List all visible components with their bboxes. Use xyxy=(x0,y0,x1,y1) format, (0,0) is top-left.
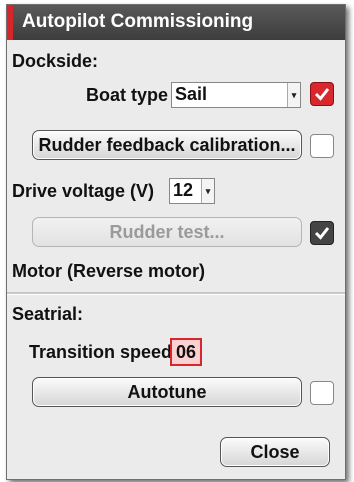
boat-type-checkbox[interactable] xyxy=(310,82,334,106)
drive-voltage-label: Drive voltage (V) xyxy=(12,181,155,201)
transition-speed-field[interactable]: 06 xyxy=(170,338,202,366)
chevron-down-icon: ▾ xyxy=(201,179,214,203)
rudder-feedback-calibration-button[interactable]: Rudder feedback calibration... xyxy=(32,130,302,160)
transition-speed-label: Transition speed xyxy=(29,342,173,362)
autopilot-commissioning-dialog: Autopilot Commissioning Dockside: Boat t… xyxy=(6,4,346,480)
checkmark-icon xyxy=(314,88,330,101)
rudder-feedback-checkbox[interactable] xyxy=(310,134,334,158)
checkmark-icon xyxy=(314,227,330,240)
boat-type-value: Sail xyxy=(175,84,208,104)
boat-type-label: Boat type xyxy=(86,85,169,105)
autotune-button[interactable]: Autotune xyxy=(32,377,302,407)
title-bar: Autopilot Commissioning xyxy=(7,5,345,40)
chevron-down-icon: ▾ xyxy=(287,83,300,107)
title-accent xyxy=(7,5,13,40)
rudder-test-button[interactable]: Rudder test... xyxy=(32,217,302,247)
close-button[interactable]: Close xyxy=(220,437,330,467)
autotune-checkbox[interactable] xyxy=(310,381,334,405)
boat-type-select[interactable]: Sail ▾ xyxy=(171,82,301,108)
drive-voltage-select[interactable]: 12 ▾ xyxy=(169,178,215,204)
motor-text: Motor (Reverse motor) xyxy=(12,261,206,281)
dockside-heading: Dockside: xyxy=(12,51,99,71)
seatrial-heading: Seatrial: xyxy=(12,304,84,324)
section-divider xyxy=(7,292,345,295)
rudder-test-checkbox[interactable] xyxy=(310,221,334,245)
dialog-title: Autopilot Commissioning xyxy=(22,11,254,32)
drive-voltage-value: 12 xyxy=(173,180,194,200)
